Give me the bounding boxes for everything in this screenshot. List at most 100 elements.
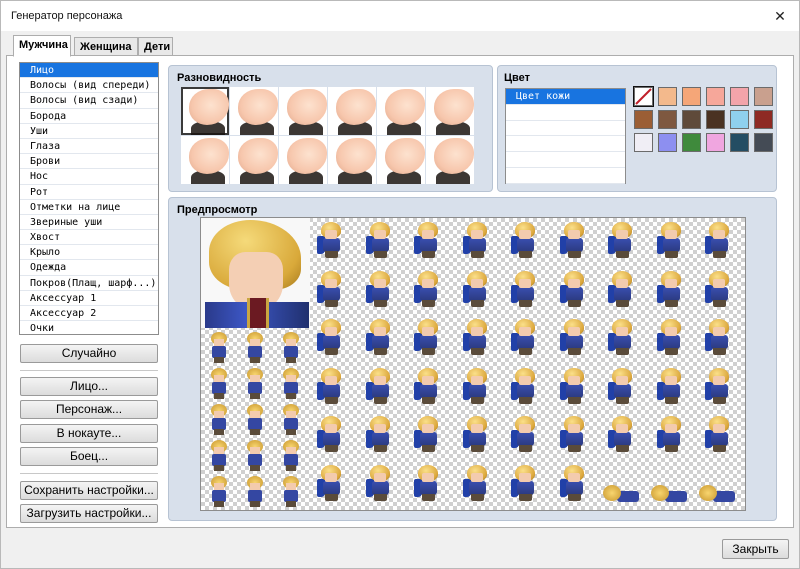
tab-male[interactable]: Мужчина bbox=[13, 35, 71, 57]
color-swatch[interactable] bbox=[682, 87, 701, 106]
color-title: Цвет bbox=[504, 72, 531, 84]
list-item[interactable]: Очки bbox=[20, 321, 158, 334]
preview-canvas bbox=[200, 217, 746, 511]
parts-list[interactable]: Лицо Волосы (вид спереди) Волосы (вид сзад… bbox=[19, 62, 159, 335]
color-list[interactable]: Цвет кожи bbox=[505, 88, 626, 184]
save-settings-button[interactable]: Сохранить настройки... bbox=[20, 481, 158, 500]
list-item[interactable]: Покров(Плащ, шарф...) bbox=[20, 276, 158, 291]
walking-sprite bbox=[558, 367, 588, 405]
color-swatch[interactable] bbox=[754, 110, 773, 129]
walking-sprite bbox=[461, 367, 491, 405]
color-swatch[interactable] bbox=[754, 133, 773, 152]
list-item[interactable]: Борода bbox=[20, 109, 158, 124]
list-item[interactable]: Глаза bbox=[20, 139, 158, 155]
knocked-out-sprite bbox=[649, 481, 689, 505]
color-swatch[interactable] bbox=[706, 110, 725, 129]
face-variant-item[interactable] bbox=[426, 87, 474, 135]
load-settings-button[interactable]: Загрузить настройки... bbox=[20, 504, 158, 523]
walking-sprite bbox=[655, 415, 685, 453]
random-button[interactable]: Случайно bbox=[20, 344, 158, 363]
list-item[interactable]: Отметки на лице bbox=[20, 200, 158, 215]
walking-sprite bbox=[509, 270, 539, 308]
face-variant-item[interactable] bbox=[181, 136, 229, 184]
close-button[interactable]: Закрыть bbox=[722, 539, 789, 559]
character-sprite bbox=[277, 330, 305, 364]
color-swatch[interactable] bbox=[706, 133, 725, 152]
walking-sprite bbox=[315, 464, 345, 502]
character-sprite bbox=[205, 330, 233, 364]
color-swatch[interactable] bbox=[658, 133, 677, 152]
color-list-item[interactable] bbox=[506, 152, 625, 168]
walking-sprite bbox=[461, 464, 491, 502]
color-list-item[interactable] bbox=[506, 121, 625, 137]
face-variant-item[interactable] bbox=[377, 87, 425, 135]
walking-sprite bbox=[461, 318, 491, 356]
walking-sprite bbox=[558, 270, 588, 308]
list-item[interactable]: Брови bbox=[20, 154, 158, 170]
face-variant-item[interactable] bbox=[230, 136, 278, 184]
walking-sprite bbox=[655, 221, 685, 259]
color-swatch[interactable] bbox=[730, 133, 749, 152]
color-swatch[interactable] bbox=[682, 133, 701, 152]
list-item[interactable]: Волосы (вид спереди) bbox=[20, 78, 158, 94]
walking-sprite bbox=[703, 367, 733, 405]
tab-female[interactable]: Женщина bbox=[74, 37, 138, 56]
face-variant-item[interactable] bbox=[426, 136, 474, 184]
list-item[interactable]: Нос bbox=[20, 169, 158, 185]
list-item[interactable]: Хвост bbox=[20, 230, 158, 246]
variety-title: Разновидность bbox=[177, 72, 262, 84]
window-title: Генератор персонажа bbox=[11, 10, 123, 22]
color-list-item[interactable] bbox=[506, 136, 625, 153]
walking-sprite bbox=[558, 415, 588, 453]
color-swatch[interactable] bbox=[658, 87, 677, 106]
list-item[interactable]: Рот bbox=[20, 185, 158, 200]
character-button[interactable]: Персонаж... bbox=[20, 400, 158, 419]
face-variant-item[interactable] bbox=[377, 136, 425, 184]
fighter-button[interactable]: Боец... bbox=[20, 447, 158, 466]
color-swatch[interactable] bbox=[754, 87, 773, 106]
face-variant-item[interactable] bbox=[328, 87, 376, 135]
walking-sprite bbox=[412, 464, 442, 502]
knocked-out-sprite bbox=[601, 481, 641, 505]
face-variant-item[interactable] bbox=[181, 87, 229, 135]
color-swatch[interactable] bbox=[706, 87, 725, 106]
list-item[interactable]: Аксессуар 1 bbox=[20, 291, 158, 306]
color-swatch[interactable] bbox=[633, 86, 654, 107]
character-sprite bbox=[277, 438, 305, 472]
list-item[interactable]: Лицо bbox=[20, 63, 158, 79]
walking-sprite bbox=[461, 221, 491, 259]
color-swatch[interactable] bbox=[658, 110, 677, 129]
face-variant-item[interactable] bbox=[328, 136, 376, 184]
knocked-out-button[interactable]: В нокауте... bbox=[20, 424, 158, 443]
list-item[interactable]: Волосы (вид сзади) bbox=[20, 93, 158, 109]
face-variant-item[interactable] bbox=[279, 87, 327, 135]
list-item[interactable]: Крыло bbox=[20, 245, 158, 261]
tab-children[interactable]: Дети bbox=[138, 37, 173, 56]
face-button[interactable]: Лицо... bbox=[20, 377, 158, 396]
walking-sprite bbox=[364, 367, 394, 405]
walking-sprite bbox=[606, 367, 636, 405]
color-list-item[interactable] bbox=[506, 105, 625, 121]
color-list-item[interactable] bbox=[506, 168, 625, 184]
color-swatch[interactable] bbox=[730, 87, 749, 106]
walking-sprite bbox=[655, 367, 685, 405]
walking-sprite bbox=[315, 367, 345, 405]
close-window-icon[interactable]: ✕ bbox=[769, 5, 791, 27]
character-sprite bbox=[241, 438, 269, 472]
walking-sprite bbox=[558, 464, 588, 502]
color-swatch[interactable] bbox=[682, 110, 701, 129]
walking-sprite bbox=[558, 318, 588, 356]
color-swatch[interactable] bbox=[634, 110, 653, 129]
face-variant-item[interactable] bbox=[279, 136, 327, 184]
list-item[interactable]: Одежда bbox=[20, 260, 158, 276]
walking-sprite bbox=[412, 221, 442, 259]
face-variant-item[interactable] bbox=[230, 87, 278, 135]
list-item[interactable]: Аксессуар 2 bbox=[20, 306, 158, 322]
list-item[interactable]: Уши bbox=[20, 124, 158, 139]
color-list-item[interactable]: Цвет кожи bbox=[506, 89, 625, 105]
color-swatch[interactable] bbox=[634, 133, 653, 152]
list-item[interactable]: Звериные уши bbox=[20, 215, 158, 231]
walking-sprite bbox=[703, 221, 733, 259]
character-sprite bbox=[205, 402, 233, 436]
color-swatch[interactable] bbox=[730, 110, 749, 129]
